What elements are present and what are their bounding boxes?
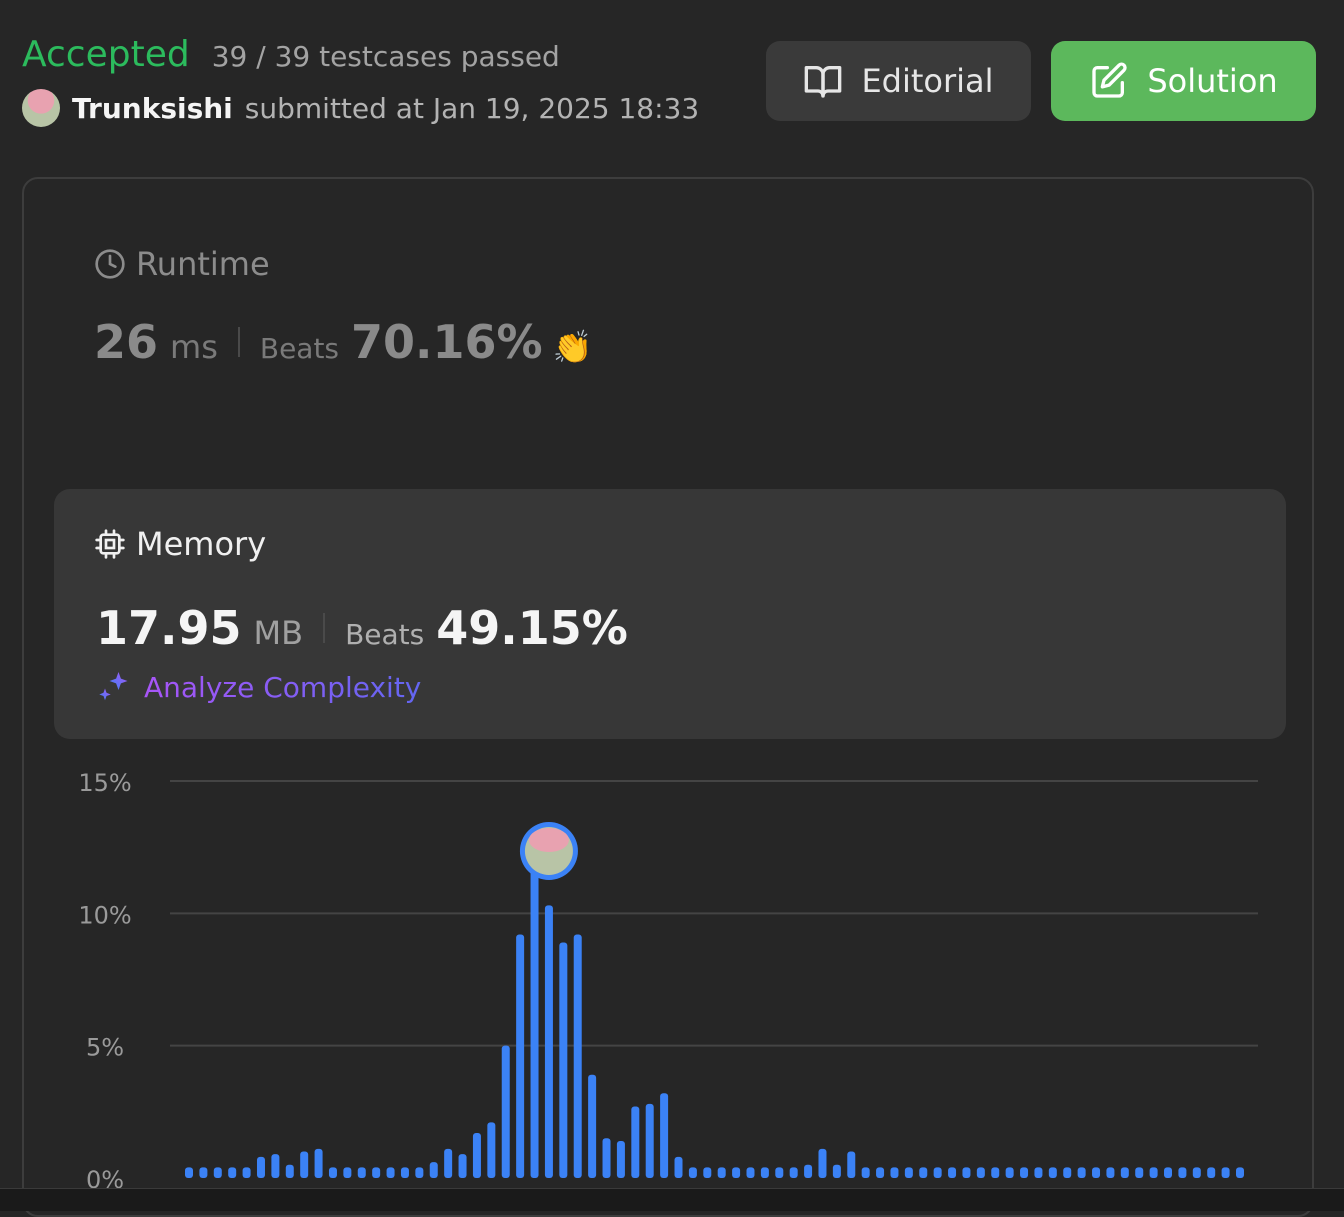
chart-bar[interactable] — [559, 942, 568, 1178]
chart-bar[interactable] — [616, 1140, 625, 1178]
chart-bar[interactable] — [271, 1154, 280, 1178]
chart-bar[interactable] — [444, 1148, 453, 1178]
chart-bar[interactable] — [1164, 1167, 1173, 1178]
bottom-bar — [0, 1188, 1344, 1211]
chart-bar[interactable] — [1092, 1167, 1101, 1178]
chart-bar[interactable] — [832, 1164, 841, 1178]
chart-bar[interactable] — [400, 1167, 409, 1178]
chart-bar[interactable] — [645, 1103, 654, 1178]
chart-bar[interactable] — [1106, 1167, 1115, 1178]
chart-bar[interactable] — [1020, 1167, 1029, 1178]
chart-bar[interactable] — [357, 1167, 366, 1178]
chart-bar[interactable] — [703, 1167, 712, 1178]
chart-bar[interactable] — [530, 863, 539, 1178]
chart-bar[interactable] — [919, 1167, 928, 1178]
chart-bar[interactable] — [386, 1167, 395, 1178]
chart-bar[interactable] — [213, 1167, 222, 1178]
chart-bar[interactable] — [962, 1167, 971, 1178]
chart-bar[interactable] — [458, 1154, 467, 1178]
chart-bar[interactable] — [818, 1148, 827, 1178]
chart-bar[interactable] — [688, 1167, 697, 1178]
chart-bar[interactable] — [948, 1167, 957, 1178]
chart-bar[interactable] — [472, 1133, 481, 1178]
chart-bar[interactable] — [976, 1167, 985, 1178]
chart-bar[interactable] — [1221, 1167, 1230, 1178]
chart-bar[interactable] — [1063, 1167, 1072, 1178]
chart-bar[interactable] — [199, 1167, 208, 1178]
chart-bar[interactable] — [732, 1167, 741, 1178]
chart-bar[interactable] — [847, 1151, 856, 1178]
chart-bar[interactable] — [185, 1167, 193, 1178]
chart-bar[interactable] — [1034, 1167, 1043, 1178]
chart-bar[interactable] — [1005, 1167, 1014, 1178]
chart-bar[interactable] — [1236, 1167, 1244, 1178]
chart-bar[interactable] — [861, 1167, 870, 1178]
chart-bar[interactable] — [328, 1167, 337, 1178]
chart-bar[interactable] — [1077, 1167, 1086, 1178]
chart-bar[interactable] — [1192, 1167, 1201, 1178]
y-tick-label: 15% — [78, 769, 131, 797]
chart-bar[interactable] — [775, 1167, 784, 1178]
chart-bar[interactable] — [415, 1167, 424, 1178]
chart-bar[interactable] — [602, 1138, 611, 1178]
chart-bar[interactable] — [991, 1167, 1000, 1178]
user-position-marker[interactable] — [519, 822, 578, 880]
chart-bar[interactable] — [285, 1164, 294, 1178]
chart-bar[interactable] — [933, 1167, 942, 1178]
chart-bar[interactable] — [760, 1167, 769, 1178]
chart-bar[interactable] — [256, 1156, 265, 1178]
chart-bar[interactable] — [804, 1164, 813, 1178]
chart-bar[interactable] — [588, 1074, 597, 1178]
chart-bar[interactable] — [516, 934, 525, 1178]
chart-bar[interactable] — [343, 1167, 352, 1178]
chart-bar[interactable] — [242, 1167, 251, 1178]
chart-bar[interactable] — [717, 1167, 726, 1178]
chart-bar[interactable] — [314, 1148, 323, 1178]
chart-bar[interactable] — [1120, 1167, 1129, 1178]
chart-bar[interactable] — [890, 1167, 899, 1178]
chart-bar[interactable] — [429, 1162, 438, 1178]
chart-bar[interactable] — [876, 1167, 885, 1178]
y-tick-label: 10% — [78, 901, 131, 929]
chart-bar[interactable] — [487, 1122, 496, 1178]
memory-distribution-chart: 15%10%5%0% — [78, 769, 1258, 1194]
chart-bar[interactable] — [631, 1106, 640, 1178]
chart-bar[interactable] — [501, 1045, 510, 1178]
chart-bar[interactable] — [1149, 1167, 1158, 1178]
chart-bar[interactable] — [300, 1151, 309, 1178]
chart-bar[interactable] — [573, 934, 582, 1178]
chart-bar[interactable] — [228, 1167, 237, 1178]
chart-bar[interactable] — [789, 1167, 798, 1178]
chart-bar[interactable] — [1048, 1167, 1057, 1178]
chart-bar[interactable] — [1207, 1167, 1216, 1178]
chart-bar[interactable] — [660, 1093, 669, 1178]
chart-bar[interactable] — [372, 1167, 381, 1178]
chart-bar[interactable] — [904, 1167, 913, 1178]
chart-bar[interactable] — [1135, 1167, 1144, 1178]
chart-bar[interactable] — [544, 905, 553, 1178]
y-tick-label: 5% — [86, 1034, 124, 1062]
chart-bar[interactable] — [674, 1156, 683, 1178]
chart-bar[interactable] — [746, 1167, 755, 1178]
chart-bar[interactable] — [1178, 1167, 1187, 1178]
